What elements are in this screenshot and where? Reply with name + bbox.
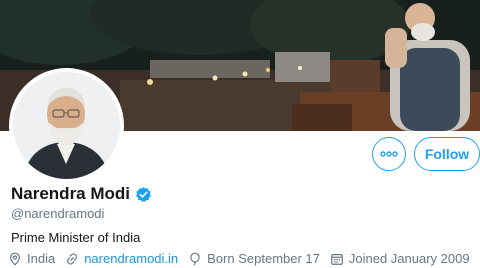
location-item: India	[8, 251, 55, 266]
location-icon	[10, 252, 20, 266]
link-icon	[67, 252, 78, 265]
birthday-text: Born September 17	[207, 251, 320, 266]
profile-handle: @narendramodi	[11, 206, 105, 221]
avatar-image	[13, 72, 120, 179]
profile-name-row: Narendra Modi	[11, 184, 152, 204]
profile-avatar[interactable]	[9, 68, 124, 183]
joined-item: Joined January 2009	[330, 251, 470, 266]
follow-button[interactable]: Follow	[414, 137, 480, 171]
profile-name: Narendra Modi	[11, 184, 131, 203]
location-text: India	[27, 251, 56, 266]
birthday-icon	[190, 252, 200, 265]
more-options-button[interactable]	[372, 137, 406, 171]
verified-badge-icon	[136, 186, 151, 202]
profile-meta: India narendramodi.in Born September 17 …	[8, 251, 480, 266]
joined-text: Joined January 2009	[348, 251, 470, 266]
birthday-item: Born September 17	[188, 251, 320, 266]
website-item: narendramodi.in	[65, 251, 178, 266]
more-icon	[380, 151, 398, 157]
website-link[interactable]: narendramodi.in	[84, 251, 178, 266]
calendar-icon	[331, 253, 343, 265]
profile-bio: Prime Minister of India	[11, 230, 141, 245]
